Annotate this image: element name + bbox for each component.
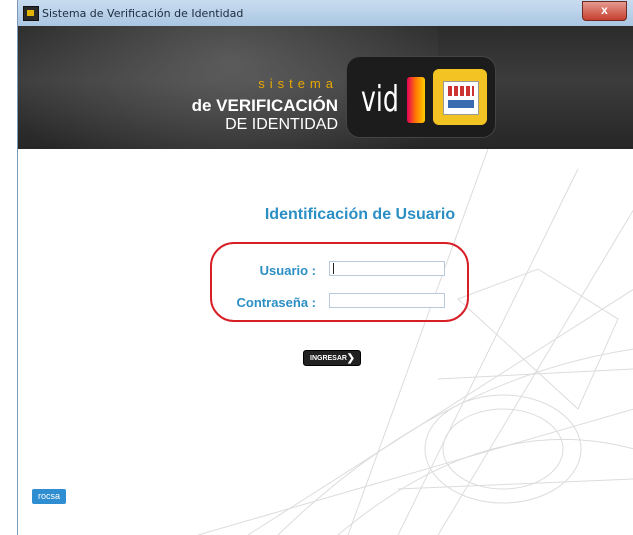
highlight-oval (210, 242, 469, 322)
username-label: Usuario : (259, 263, 316, 278)
password-input[interactable] (329, 293, 445, 308)
header-banner: sistema de VERIFICACIÓN DE IDENTIDAD vid (18, 26, 633, 149)
company-logo: rocsa (32, 489, 66, 504)
window-title: Sistema de Verificación de Identidad (42, 7, 244, 20)
password-label: Contraseña : (236, 295, 316, 310)
login-panel: Identificación de Usuario Usuario : Cont… (18, 149, 633, 535)
vid-logo: vid (346, 56, 496, 138)
form-title: Identificación de Usuario (264, 206, 456, 223)
text-cursor (333, 263, 334, 274)
brand-line-identidad: DE IDENTIDAD (225, 116, 338, 133)
title-bar[interactable]: Sistema de Verificación de Identidad x (18, 0, 633, 27)
app-window: Sistema de Verificación de Identidad x s… (17, 0, 633, 535)
vid-logo-text: vid (361, 79, 399, 120)
chevron-right-icon: ❯ (346, 353, 355, 364)
vid-logo-bar (407, 77, 425, 123)
login-button-label: INGRESAR (310, 355, 347, 362)
brand-line-sistema: sistema (258, 76, 338, 91)
app-icon (23, 6, 39, 21)
login-button[interactable]: INGRESAR ❯ (303, 350, 361, 366)
close-button[interactable]: x (582, 1, 627, 21)
username-input[interactable] (329, 261, 445, 276)
institution-seal-icon (433, 69, 487, 125)
brand-line-verificacion: de VERIFICACIÓN (191, 96, 338, 115)
